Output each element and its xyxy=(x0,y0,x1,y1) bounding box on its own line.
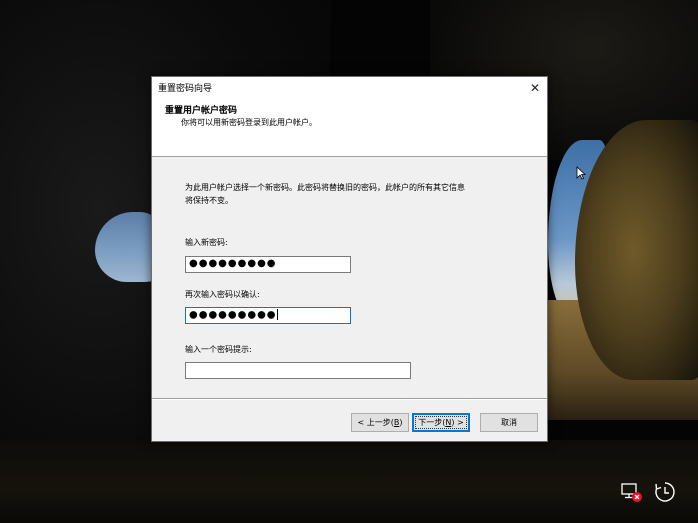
new-password-value: ●●●●●●●●● xyxy=(189,258,277,269)
network-disconnected-icon xyxy=(621,483,642,502)
back-button-label: < 上一步( xyxy=(357,418,394,427)
confirm-password-label: 再次输入密码以确认: xyxy=(185,290,260,299)
cancel-button-label: 取消 xyxy=(501,418,517,427)
title-bar[interactable]: 重置密码向导 ✕ xyxy=(152,77,547,98)
wizard-header: 重置用户帐户密码 你将可以用新密码登录到此用户帐户。 xyxy=(152,98,547,157)
text-caret xyxy=(276,309,278,320)
description-text: 为此用户帐户选择一个新密码。此密码将替换旧的密码，此帐户的所有其它信息 将保持不… xyxy=(185,181,515,207)
description-line-1: 为此用户帐户选择一个新密码。此密码将替换旧的密码，此帐户的所有其它信息 xyxy=(185,183,465,192)
confirm-password-field[interactable]: ●●●●●●●●● xyxy=(185,307,351,324)
footer-divider xyxy=(152,398,547,399)
new-password-field[interactable]: ●●●●●●●●● xyxy=(185,256,351,273)
wizard-step-title: 重置用户帐户密码 xyxy=(165,106,238,116)
password-hint-field[interactable] xyxy=(185,362,411,379)
confirm-password-value: ●●●●●●●●● xyxy=(189,309,277,321)
back-button-label-end: ) xyxy=(399,418,403,427)
wizard-step-subtitle: 你将可以用新密码登录到此用户帐户。 xyxy=(181,118,317,127)
network-button[interactable] xyxy=(619,480,645,506)
password-hint-label: 输入一个密码提示: xyxy=(185,345,252,354)
ease-of-access-button[interactable] xyxy=(652,479,678,505)
cave-floor xyxy=(0,440,698,523)
next-button-focus-ring: 下一步(N) > xyxy=(415,416,467,429)
back-button[interactable]: < 上一步(B) xyxy=(351,413,409,432)
wizard-content: 为此用户帐户选择一个新密码。此密码将替换旧的密码，此帐户的所有其它信息 将保持不… xyxy=(152,157,547,397)
mouse-pointer-icon xyxy=(576,166,586,180)
header-divider xyxy=(152,155,547,156)
new-password-label: 输入新密码: xyxy=(185,238,228,247)
ease-of-access-icon xyxy=(655,482,675,502)
next-button-label-end: ) > xyxy=(451,418,464,427)
close-button[interactable]: ✕ xyxy=(523,77,547,98)
window-title: 重置密码向导 xyxy=(158,84,213,94)
cancel-button[interactable]: 取消 xyxy=(480,413,538,432)
next-button[interactable]: 下一步(N) > xyxy=(412,413,470,432)
description-line-2: 将保持不变。 xyxy=(185,196,233,205)
next-button-label: 下一步( xyxy=(418,418,446,427)
reset-password-wizard-dialog: 重置密码向导 ✕ 重置用户帐户密码 你将可以用新密码登录到此用户帐户。 为此用户… xyxy=(151,76,548,442)
close-icon: ✕ xyxy=(529,80,541,95)
